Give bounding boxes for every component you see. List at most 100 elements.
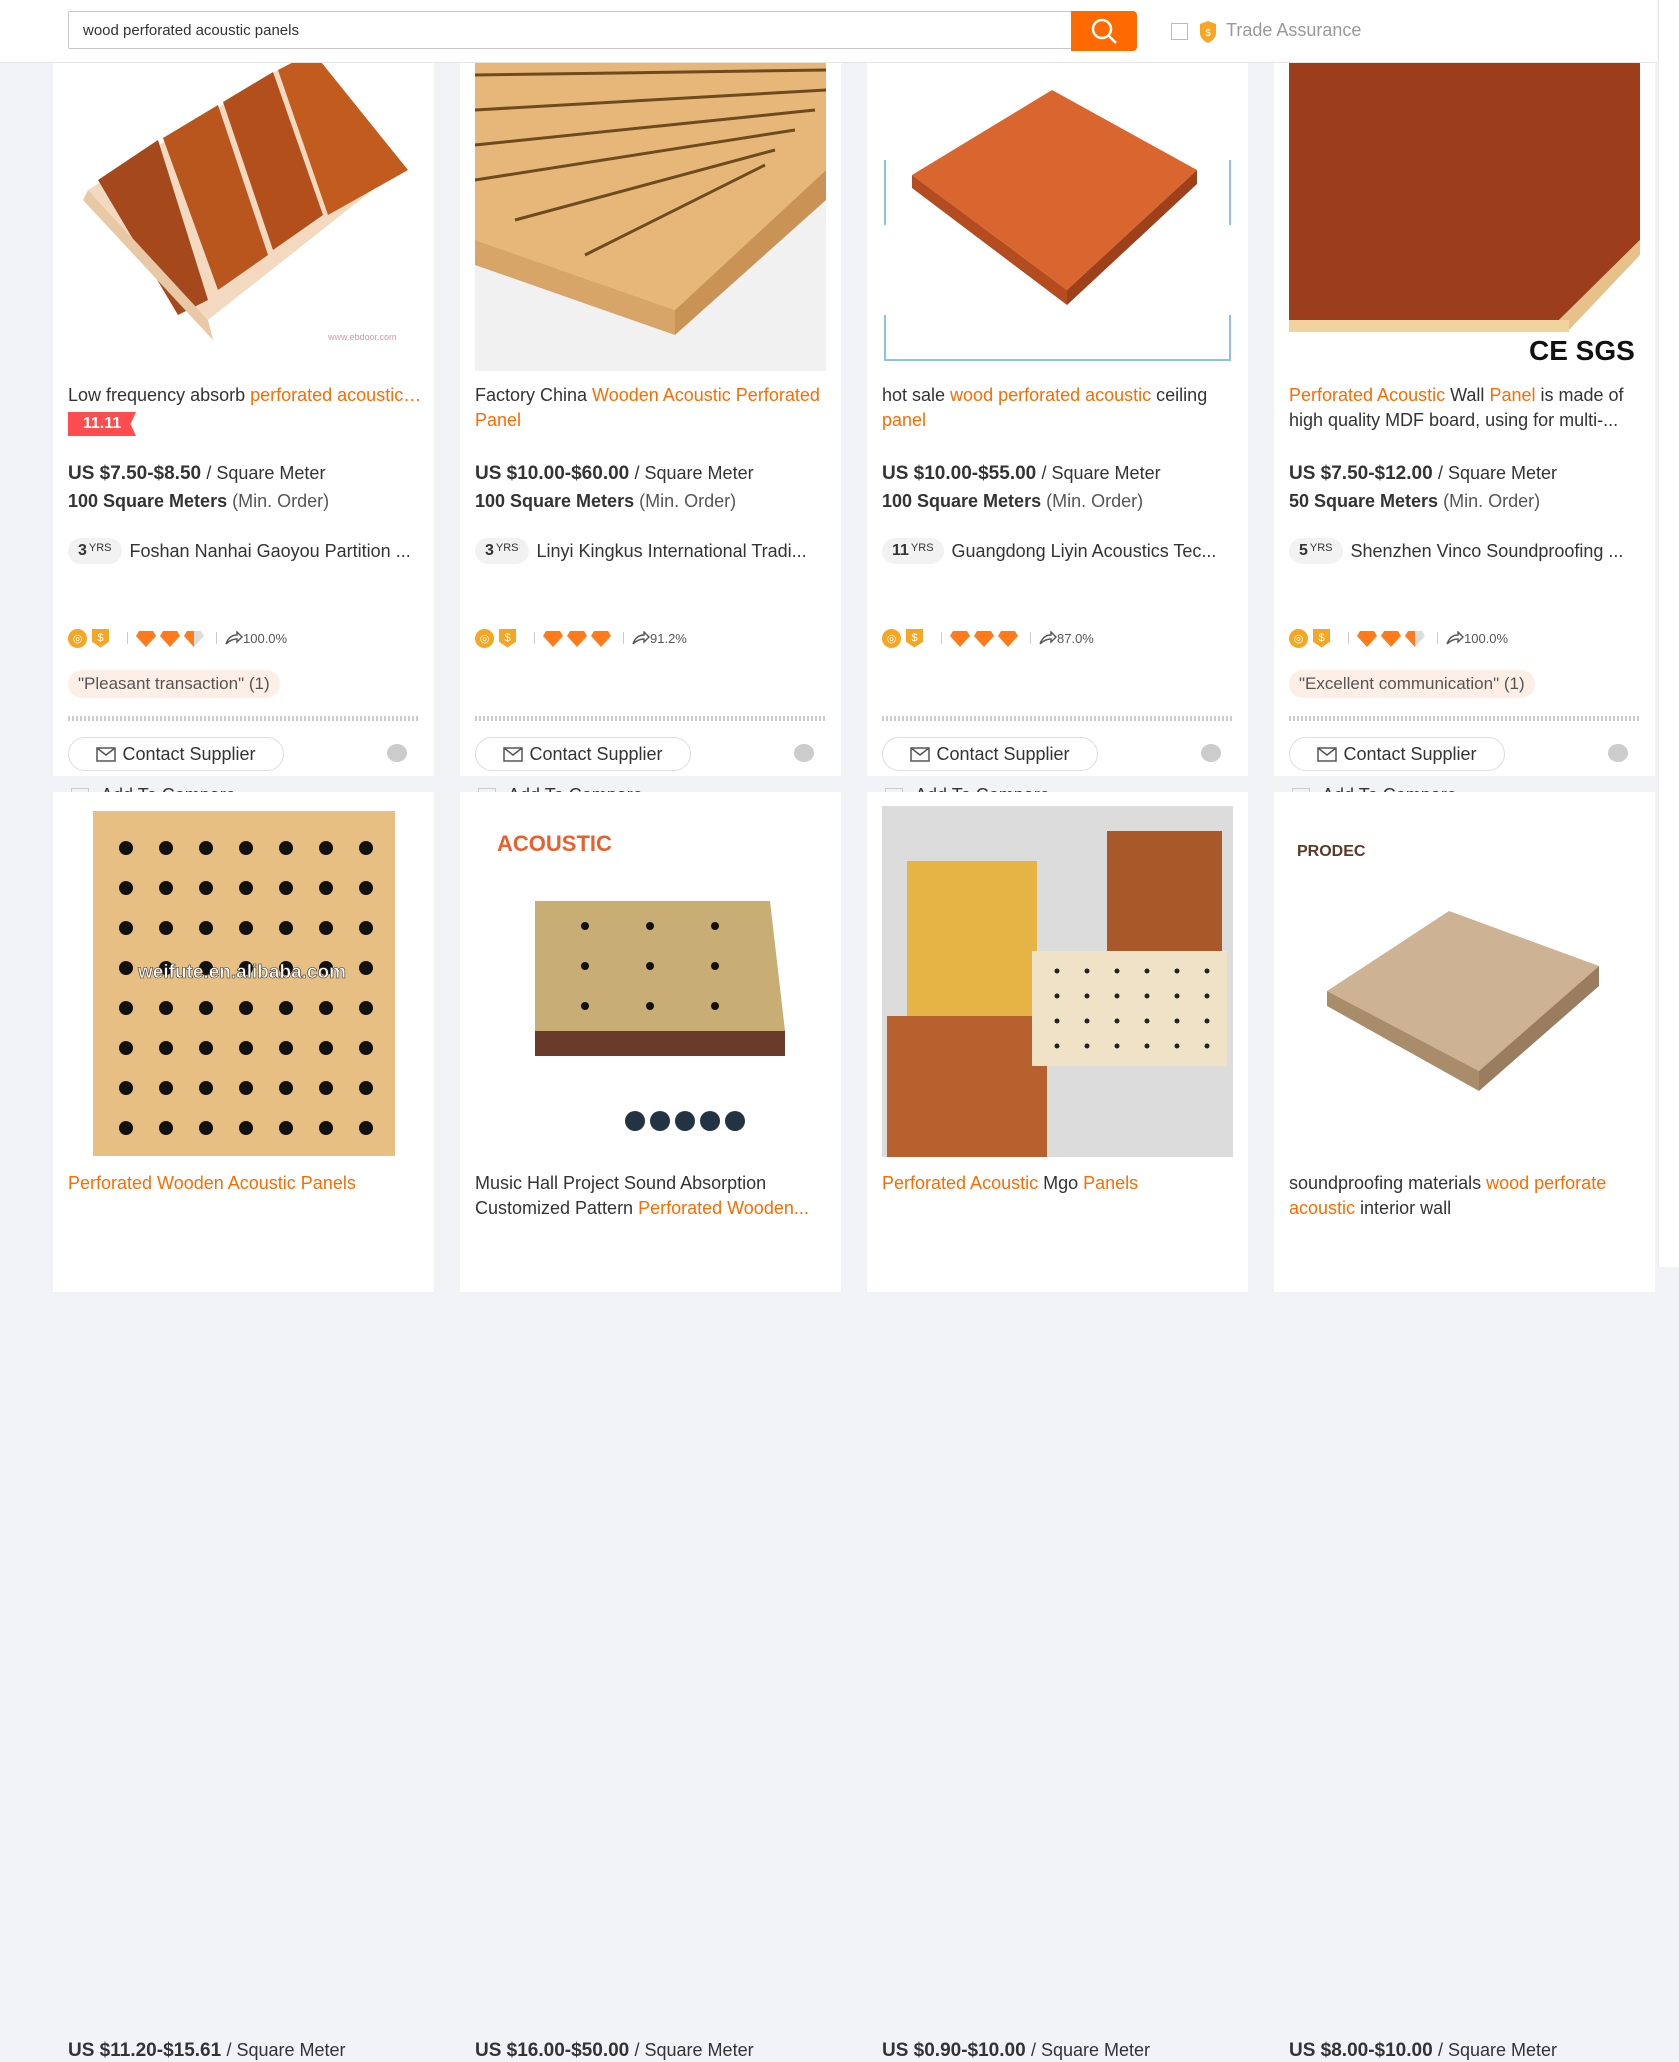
- diamond-icon: [591, 630, 611, 647]
- chat-icon[interactable]: [794, 744, 814, 762]
- product-image[interactable]: [882, 806, 1233, 1157]
- product-title[interactable]: Low frequency absorb perforated acoustic…: [68, 383, 423, 408]
- svg-text:PRODEC: PRODEC: [1297, 843, 1366, 860]
- product-card[interactable]: ACOUSTIC Music Hall Project Sound Absorp…: [460, 792, 841, 2061]
- diamond-icon: [1357, 630, 1377, 647]
- product-card[interactable]: hot sale wood perforated acoustic ceilin…: [867, 50, 1248, 806]
- diamond-icon: [1381, 630, 1401, 647]
- response-icon: [1446, 631, 1464, 645]
- search-bar: $ Trade Assurance: [0, 0, 1657, 63]
- years-badge: 11 YRS: [882, 538, 944, 564]
- verified-icon: $: [1313, 628, 1330, 648]
- price: US $7.50-$12.00 / Square Meter: [1289, 463, 1558, 484]
- years-badge: 3 YRS: [475, 538, 529, 564]
- supplier-name[interactable]: Foshan Nanhai Gaoyou Partition ...: [130, 541, 423, 562]
- chat-icon[interactable]: [1608, 744, 1628, 762]
- diamond-icon: [567, 630, 587, 647]
- gold-supplier-icon: ◎: [882, 628, 901, 648]
- supplier-name[interactable]: Linyi Kingkus International Tradi...: [537, 541, 830, 562]
- supplier-row[interactable]: 3 YRS Linyi Kingkus International Tradi...: [475, 538, 830, 564]
- diamond-icon: [998, 630, 1018, 647]
- trade-assurance-shield-icon: $: [1200, 21, 1216, 43]
- product-card[interactable]: PRODEC soundproofing materials wood perf…: [1274, 792, 1655, 2061]
- svg-text:weifute.en.alibaba.com: weifute.en.alibaba.com: [137, 962, 346, 983]
- product-card[interactable]: weifute.en.alibaba.com Perforated Wooden…: [53, 792, 434, 2061]
- diamond-icon: [136, 630, 156, 647]
- product-title[interactable]: Factory China Wooden Acoustic Perforated…: [475, 383, 830, 433]
- contact-supplier-button[interactable]: Contact Supplier: [475, 737, 691, 771]
- scrollbar[interactable]: [1658, 0, 1679, 1267]
- response-icon: [1039, 631, 1057, 645]
- supplier-icons: ◎ $ 100.0%: [68, 628, 287, 648]
- supplier-row[interactable]: 11 YRS Guangdong Liyin Acoustics Tec...: [882, 538, 1237, 564]
- diamond-icon: [160, 630, 180, 647]
- years-badge: 5 YRS: [1289, 538, 1343, 564]
- search-input[interactable]: [68, 11, 1072, 49]
- diamond-icon: [950, 630, 970, 647]
- supplier-row[interactable]: 3 YRS Foshan Nanhai Gaoyou Partition ...: [68, 538, 423, 564]
- product-title[interactable]: soundproofing materials wood perforate a…: [1289, 1171, 1644, 1221]
- mail-icon: [96, 746, 117, 762]
- diamond-icon: [543, 630, 563, 647]
- price: US $0.90-$10.00 / Square Meter: [882, 2040, 1151, 2061]
- min-order: 100 Square Meters (Min. Order): [475, 491, 737, 511]
- chat-icon[interactable]: [1201, 744, 1221, 762]
- contact-supplier-button[interactable]: Contact Supplier: [1289, 737, 1505, 771]
- product-image[interactable]: ACOUSTIC: [475, 806, 826, 1157]
- product-image[interactable]: CE SGS: [1289, 50, 1640, 371]
- svg-text:ACOUSTIC: ACOUSTIC: [497, 831, 612, 856]
- supplier-name[interactable]: Guangdong Liyin Acoustics Tec...: [952, 541, 1237, 562]
- review-tag: "Pleasant transaction" (1): [68, 670, 280, 698]
- svg-text:www.ebdoor.com: www.ebdoor.com: [327, 332, 397, 342]
- product-title[interactable]: Music Hall Project Sound Absorption Cust…: [475, 1171, 830, 1221]
- gold-supplier-icon: ◎: [475, 628, 494, 648]
- supplier-icons: ◎ $ 91.2%: [475, 628, 687, 648]
- price: US $16.00-$50.00 / Square Meter: [475, 2040, 754, 2061]
- supplier-name[interactable]: Shenzhen Vinco Soundproofing ...: [1351, 541, 1644, 562]
- min-order: 100 Square Meters (Min. Order): [882, 491, 1144, 511]
- trade-assurance-label: Trade Assurance: [1226, 20, 1362, 40]
- product-card[interactable]: CE SGS Perforated Acoustic Wall Panel is…: [1274, 50, 1655, 806]
- product-card[interactable]: Perforated Acoustic Mgo Panels US $0.90-…: [867, 792, 1248, 2061]
- price: US $7.50-$8.50 / Square Meter: [68, 463, 326, 484]
- chat-icon[interactable]: [387, 744, 407, 762]
- svg-text:$: $: [1205, 28, 1211, 39]
- half-diamond-icon: [184, 630, 204, 647]
- contact-supplier-button[interactable]: Contact Supplier: [68, 737, 284, 771]
- verified-icon: $: [906, 628, 923, 648]
- gold-supplier-icon: ◎: [1289, 628, 1308, 648]
- half-diamond-icon: [1405, 630, 1425, 647]
- contact-supplier-button[interactable]: Contact Supplier: [882, 737, 1098, 771]
- product-title[interactable]: Perforated Wooden Acoustic Panels: [68, 1171, 423, 1196]
- verified-icon: $: [499, 628, 516, 648]
- product-image[interactable]: weifute.en.alibaba.com: [68, 806, 419, 1157]
- product-image[interactable]: PRODEC: [1289, 806, 1640, 1157]
- product-card[interactable]: www.ebdoor.com Low frequency absorb perf…: [53, 50, 434, 806]
- supplier-icons: ◎ $ 87.0%: [882, 628, 1094, 648]
- price: US $11.20-$15.61 / Square Meter: [68, 2040, 346, 2061]
- diamond-icon: [974, 630, 994, 647]
- search-button[interactable]: [1071, 11, 1137, 51]
- search-icon: [1091, 18, 1117, 44]
- product-title[interactable]: Perforated Acoustic Mgo Panels: [882, 1171, 1237, 1196]
- product-image[interactable]: [882, 50, 1233, 371]
- supplier-row[interactable]: 5 YRS Shenzhen Vinco Soundproofing ...: [1289, 538, 1644, 564]
- supplier-icons: ◎ $ 100.0%: [1289, 628, 1508, 648]
- product-image[interactable]: www.ebdoor.com: [68, 50, 419, 371]
- price: US $10.00-$60.00 / Square Meter: [475, 463, 754, 484]
- product-image[interactable]: [475, 50, 826, 371]
- promo-badge: 11.11: [68, 412, 136, 436]
- min-order: 50 Square Meters (Min. Order): [1289, 491, 1541, 511]
- gold-supplier-icon: ◎: [68, 628, 87, 648]
- price: US $10.00-$55.00 / Square Meter: [882, 463, 1161, 484]
- product-title[interactable]: hot sale wood perforated acoustic ceilin…: [882, 383, 1237, 433]
- trade-assurance-checkbox[interactable]: [1171, 23, 1188, 40]
- mail-icon: [503, 746, 524, 762]
- mail-icon: [1317, 746, 1338, 762]
- svg-text:CE SGS: CE SGS: [1529, 335, 1635, 366]
- product-card[interactable]: Factory China Wooden Acoustic Perforated…: [460, 50, 841, 806]
- min-order: 100 Square Meters (Min. Order): [68, 491, 330, 511]
- response-icon: [225, 631, 243, 645]
- product-title[interactable]: Perforated Acoustic Wall Panel is made o…: [1289, 383, 1644, 433]
- response-icon: [632, 631, 650, 645]
